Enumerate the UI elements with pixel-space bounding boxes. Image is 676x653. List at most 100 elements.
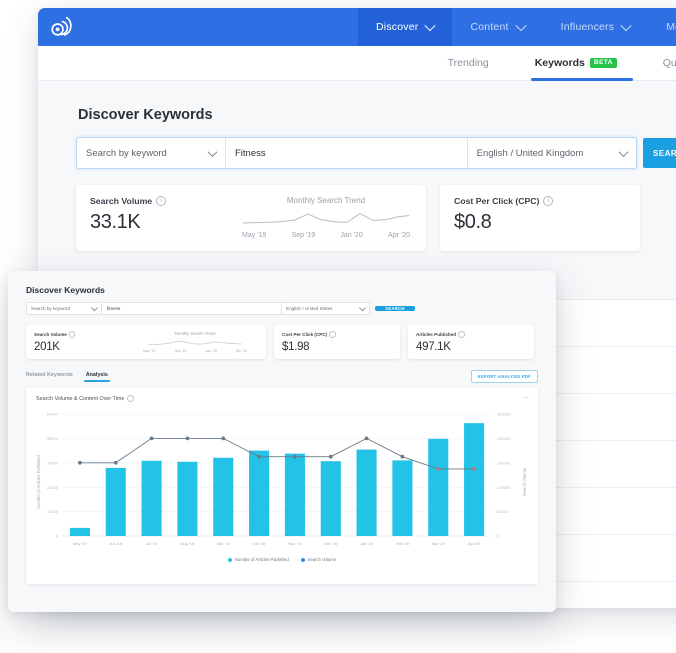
card-label-wrap: Search Volume — [34, 331, 132, 338]
chevron-down-icon — [90, 304, 99, 312]
sparkline-axis: May '19 Sep '19 Jan '20 Apr '20 — [143, 349, 247, 353]
articles-published-card: Articles Published 497.1K — [408, 325, 534, 359]
chart-title: Search Volume & Content Over Time — [36, 395, 125, 402]
svg-text:60000: 60000 — [47, 412, 59, 417]
legend-item-search-volume[interactable]: Search Volume — [300, 557, 337, 562]
tab-keywords[interactable]: Keywords BETA — [530, 46, 633, 81]
legend-color-swatch — [227, 557, 232, 562]
sparkline-tick: Apr '20 — [388, 232, 410, 239]
sparkline-title: Monthly Search Trend — [286, 196, 366, 205]
sparkline-title: Monthly Search Trend — [174, 331, 216, 336]
svg-text:120000: 120000 — [497, 485, 511, 490]
svg-text:180000: 180000 — [497, 460, 511, 465]
ellipsis-icon[interactable]: ⋯ — [522, 395, 529, 402]
search-volume-card: Search Volume 201K Monthly Search Trend … — [26, 325, 266, 359]
search-type-label: Search by keyword — [86, 147, 167, 159]
chart-header: Search Volume & Content Over Time ⋯ — [26, 388, 538, 402]
chevron-down-icon — [618, 146, 629, 157]
legend-color-swatch — [300, 557, 305, 562]
sparkline-tick: Sep '19 — [291, 232, 316, 239]
keyword-search-bar: Search by keyword Fitness English / Unit… — [76, 137, 637, 169]
keyword-input[interactable]: fitness — [102, 302, 282, 315]
page-title: Discover Keywords — [26, 285, 105, 295]
svg-text:48000: 48000 — [47, 436, 59, 441]
info-icon[interactable] — [127, 395, 134, 402]
sparkline-tick: Jan '20 — [340, 232, 363, 239]
keyword-input[interactable]: Fitness — [226, 138, 467, 168]
chart-title-wrap: Search Volume & Content Over Time — [36, 395, 134, 402]
broadcast-signal-icon — [51, 16, 72, 36]
info-icon[interactable]: i — [543, 196, 554, 206]
keyword-search-bar: Search by keyword fitness English / Unit… — [26, 302, 370, 315]
articles-published-value: 497.1K — [416, 340, 451, 353]
analysis-tab-row: Related Keywords Analysis EXPORT ANALYSI… — [26, 370, 538, 383]
search-type-select[interactable]: Search by keyword — [77, 138, 226, 168]
nav-item-discover[interactable]: Discover — [358, 8, 453, 46]
metric-cards: Search Volume i 33.1K Monthly Search Tre… — [76, 185, 676, 251]
svg-text:240000: 240000 — [497, 436, 511, 441]
language-select[interactable]: English / United Kingdom — [466, 138, 636, 168]
svg-text:Mar '20: Mar '20 — [432, 541, 446, 546]
search-button[interactable]: SEARCH — [642, 138, 676, 168]
monthly-search-trend: Monthly Search Trend May '19 Sep '19 Jan… — [132, 331, 258, 353]
foreground-app-window: Discover Keywords Search by keyword fitn… — [8, 271, 556, 612]
app-logo[interactable] — [38, 8, 86, 46]
chevron-down-icon — [358, 304, 367, 312]
language-select[interactable]: English / United States — [282, 302, 370, 315]
search-volume-card: Search Volume i 33.1K Monthly Search Tre… — [76, 185, 426, 251]
sparkline-tick: Apr '20 — [235, 349, 247, 353]
sparkline-tick: Sep '19 — [174, 349, 187, 353]
chevron-down-icon — [424, 19, 437, 32]
svg-text:Jun '19: Jun '19 — [109, 541, 123, 546]
page-title: Discover Keywords — [78, 107, 213, 123]
card-label-wrap: Articles Published — [416, 331, 526, 338]
svg-text:Oct '19: Oct '19 — [253, 541, 266, 546]
chart-plot-area: 0 12000 24000 36000 48000 60000 0 60000 120000 1… — [26, 404, 538, 566]
sparkline-chart — [242, 213, 410, 224]
export-analysis-pdf-button[interactable]: EXPORT ANALYSIS PDF — [470, 370, 538, 383]
legend-label: Search Volume — [307, 557, 337, 562]
cpc-card: Cost Per Click (CPC) i $0.8 — [440, 185, 640, 251]
card-label: Articles Published — [416, 331, 457, 337]
subtab-analysis[interactable]: Analysis — [83, 372, 111, 382]
svg-text:36000: 36000 — [47, 460, 59, 465]
tab-trending[interactable]: Trending — [448, 46, 489, 80]
result-subtabs: Related Keywords Analysis — [26, 372, 111, 382]
subtab-related-keywords[interactable]: Related Keywords — [26, 372, 73, 382]
search-type-select[interactable]: Search by keyword — [26, 302, 102, 315]
svg-text:Jul '19: Jul '19 — [146, 541, 158, 546]
search-volume-content-chart: 0 12000 24000 36000 48000 60000 0 60000 120000 1… — [36, 412, 527, 546]
nav-item-label: Monitoring — [666, 21, 676, 33]
cpc-card: Cost Per Click (CPC) $1.98 — [274, 325, 400, 359]
metric-cards: Search Volume 201K Monthly Search Trend … — [26, 325, 538, 359]
svg-text:Sep '19: Sep '19 — [217, 541, 231, 546]
legend-item-articles[interactable]: Number of Articles Published — [227, 557, 289, 562]
keyword-value: Fitness — [235, 147, 266, 159]
chevron-down-icon — [514, 19, 527, 32]
svg-text:Jan '20: Jan '20 — [360, 541, 374, 546]
search-button[interactable]: SEARCH — [375, 306, 415, 311]
tab-label: Trending — [447, 57, 489, 69]
info-icon[interactable]: i — [156, 196, 167, 206]
nav-item-content[interactable]: Content — [452, 8, 542, 46]
beta-badge: BETA — [589, 57, 617, 69]
language-label: English / United States — [286, 306, 333, 311]
info-icon[interactable] — [458, 331, 465, 338]
svg-text:Dec '19: Dec '19 — [324, 541, 338, 546]
nav-item-monitoring[interactable]: Monitoring — [648, 8, 676, 46]
sparkline-chart — [148, 340, 242, 346]
nav-items: Discover Content Influencers Monitoring — [358, 8, 676, 46]
svg-text:Feb '20: Feb '20 — [396, 541, 410, 546]
card-label-wrap: Search Volume i — [90, 196, 240, 206]
card-label-wrap: Cost Per Click (CPC) i — [454, 196, 626, 206]
chevron-down-icon — [620, 19, 632, 32]
tab-label: Questions — [662, 57, 676, 69]
tab-questions[interactable]: Questions — [663, 46, 676, 80]
svg-text:300000: 300000 — [497, 412, 511, 417]
sparkline-axis: May '19 Sep '19 Jan '20 Apr '20 — [242, 232, 410, 239]
nav-item-influencers[interactable]: Influencers — [543, 8, 649, 46]
info-icon[interactable] — [329, 331, 336, 338]
info-icon[interactable] — [68, 331, 76, 338]
chart-card: Search Volume & Content Over Time ⋯ 0 120… — [26, 388, 538, 584]
legend-label: Number of Articles Published — [234, 557, 289, 562]
